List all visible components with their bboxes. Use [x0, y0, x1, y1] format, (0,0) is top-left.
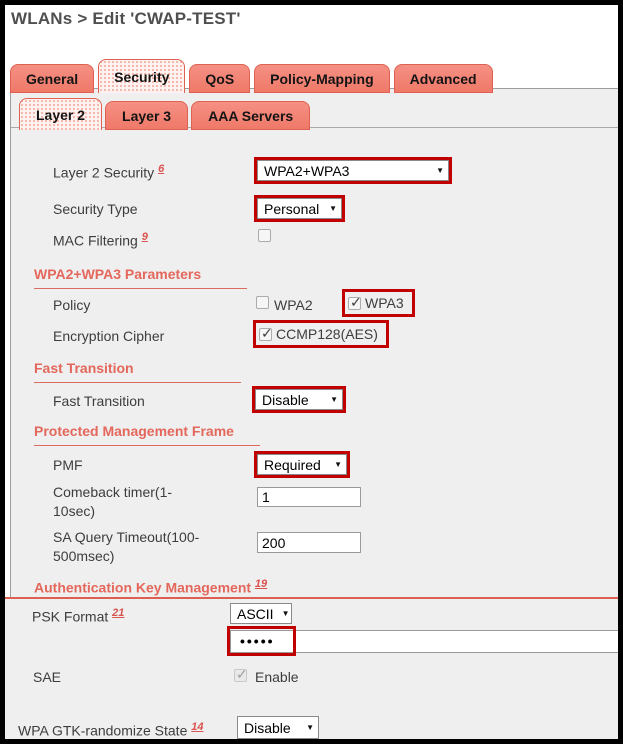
footnote-link-21[interactable]: 21 — [112, 607, 124, 619]
sa-query-timeout-input[interactable] — [257, 532, 361, 553]
pmf-underline — [34, 445, 260, 446]
security-subtab-bar: Layer 2 Layer 3 AAA Servers — [19, 98, 311, 130]
tab-policy-mapping[interactable]: Policy-Mapping — [254, 64, 390, 93]
annotation-box-pmf: Required ▼ — [254, 451, 350, 478]
wpa2-label: WPA2 — [274, 297, 313, 313]
sa-query-timeout-label: SA Query Timeout(100-500msec) — [53, 529, 200, 564]
tab-advanced[interactable]: Advanced — [393, 64, 493, 93]
tab-security[interactable]: Security — [98, 59, 186, 93]
separator-line — [5, 597, 618, 599]
ccmp128-checkbox[interactable] — [259, 325, 273, 342]
wpa3-checkbox[interactable] — [348, 294, 362, 311]
pmf-label: PMF — [53, 457, 83, 473]
fast-transition-select[interactable]: Disable ▼ — [255, 389, 343, 410]
wpa2-checkbox[interactable] — [256, 296, 269, 309]
annotation-box-layer2-security: WPA2+WPA3 ▼ — [254, 157, 452, 184]
fast-transition-underline — [34, 382, 241, 383]
page-title: WLANs > Edit 'CWAP-TEST' — [11, 9, 241, 28]
gtk-randomize-select[interactable]: Disable ▼ — [237, 716, 319, 739]
wlan-edit-window: WLANs > Edit 'CWAP-TEST' General Securit… — [0, 0, 623, 744]
pmf-select[interactable]: Required ▼ — [257, 454, 347, 475]
wpa-parameters-underline — [34, 288, 247, 289]
subtab-layer2[interactable]: Layer 2 — [19, 98, 103, 130]
comeback-timer-input[interactable] — [257, 487, 361, 507]
encryption-cipher-label: Encryption Cipher — [53, 328, 165, 344]
annotation-box-fast-transition: Disable ▼ — [252, 386, 346, 413]
dropdown-arrow-icon: ▼ — [330, 395, 338, 404]
gtk-randomize-label: WPA GTK-randomize State 14 — [18, 721, 204, 739]
wpa-parameters-heading: WPA2+WPA3 Parameters — [34, 266, 202, 282]
akm-heading: Authentication Key Management 19 — [34, 578, 268, 596]
dropdown-arrow-icon: ▼ — [329, 204, 337, 213]
sae-label: SAE — [33, 669, 62, 685]
layer2-security-select[interactable]: WPA2+WPA3 ▼ — [257, 160, 449, 181]
psk-password-input[interactable]: ••••• — [230, 630, 618, 653]
mac-filtering-label: MAC Filtering 9 — [53, 231, 148, 249]
annotation-box-cipher: CCMP128(AES) — [253, 320, 389, 348]
footnote-link-9[interactable]: 9 — [142, 231, 148, 243]
layer2-security-label: Layer 2 Security 6 — [53, 163, 165, 181]
footnote-link-19[interactable]: 19 — [255, 578, 267, 590]
dropdown-arrow-icon: ▼ — [334, 460, 342, 469]
fast-transition-heading: Fast Transition — [34, 360, 134, 376]
mac-filtering-checkbox[interactable] — [258, 229, 271, 242]
annotation-box-security-type: Personal ▼ — [254, 195, 345, 222]
psk-format-label: PSK Format 21 — [32, 607, 125, 625]
ccmp128-label: CCMP128(AES) — [276, 326, 378, 342]
footnote-link-6[interactable]: 6 — [158, 163, 164, 175]
security-type-select[interactable]: Personal ▼ — [257, 198, 342, 219]
policy-label: Policy — [53, 297, 91, 313]
pmf-heading: Protected Management Frame — [34, 423, 234, 439]
annotation-box-wpa3: WPA3 — [342, 289, 415, 317]
dropdown-arrow-icon: ▼ — [281, 609, 290, 618]
psk-password-masked-value: ••••• — [240, 633, 275, 649]
security-type-label: Security Type — [53, 201, 138, 217]
dropdown-arrow-icon: ▼ — [436, 166, 444, 175]
sae-enable-label: Enable — [255, 669, 299, 685]
sae-enable-checkbox[interactable] — [234, 666, 248, 683]
tab-qos[interactable]: QoS — [189, 64, 251, 93]
psk-format-select[interactable]: ASCII ▼ — [230, 603, 292, 624]
tab-general[interactable]: General — [10, 64, 95, 93]
fast-transition-label: Fast Transition — [53, 393, 145, 409]
subtab-layer3[interactable]: Layer 3 — [105, 101, 189, 130]
footnote-link-14[interactable]: 14 — [191, 721, 203, 733]
comeback-timer-label: Comeback timer(1-10sec) — [53, 484, 173, 519]
main-tab-bar: General Security QoS Policy-Mapping Adva… — [10, 59, 493, 93]
dropdown-arrow-icon: ▼ — [306, 723, 314, 732]
wpa3-label: WPA3 — [365, 295, 404, 311]
subtab-aaa-servers[interactable]: AAA Servers — [191, 101, 311, 130]
